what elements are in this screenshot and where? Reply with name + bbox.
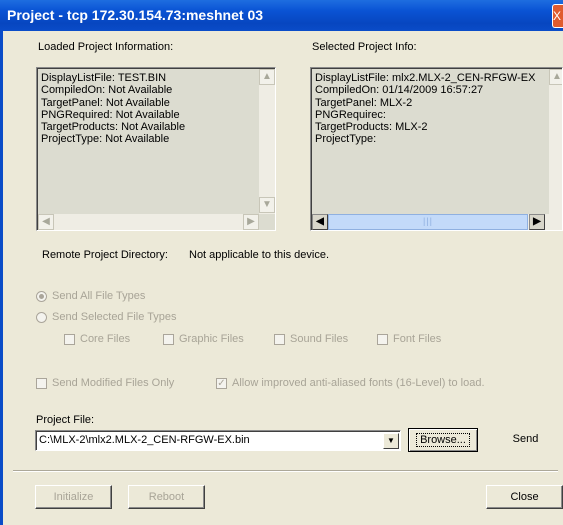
core-files-checkbox[interactable] <box>64 334 75 345</box>
loaded-info-listbox[interactable]: DisplayListFile: TEST.BIN CompiledOn: Not… <box>36 67 276 231</box>
selected-info-line: TargetPanel: MLX-2 <box>315 96 413 109</box>
send-selected-label: Send Selected File Types <box>52 311 177 323</box>
sound-files-checkbox[interactable] <box>274 334 285 345</box>
separator <box>13 470 558 472</box>
font-files-checkbox[interactable] <box>377 334 388 345</box>
core-files-label: Core Files <box>80 333 131 345</box>
hscroll-thumb[interactable]: ||| <box>328 214 528 230</box>
font-files-label: Font Files <box>393 333 442 345</box>
loaded-info-line: PNGRequired: Not Available <box>41 108 180 121</box>
send-label: Send <box>512 433 539 445</box>
window-title: Project - tcp 172.30.154.73:meshnet 03 <box>7 7 264 23</box>
selected-info-listbox[interactable]: DisplayListFile: mlx2.MLX-2_CEN-RFGW-EX C… <box>310 67 563 231</box>
anti-aliased-checkbox[interactable]: ✓ <box>216 378 227 389</box>
anti-aliased-label: Allow improved anti-aliased fonts (16-Le… <box>232 377 485 389</box>
selected-info-lines: DisplayListFile: mlx2.MLX-2_CEN-RFGW-EX C… <box>315 72 535 146</box>
loaded-vscroll[interactable]: ▲ ▼ <box>259 69 275 214</box>
reboot-label: Reboot <box>148 491 185 503</box>
up-arrow-icon[interactable]: ▲ <box>549 69 562 85</box>
loaded-info-line: TargetProducts: Not Available <box>41 121 186 134</box>
loaded-info-line: CompiledOn: Not Available <box>41 84 173 97</box>
graphic-files-checkbox[interactable] <box>163 334 174 345</box>
send-selected-radio[interactable] <box>36 312 47 323</box>
up-arrow-icon[interactable]: ▲ <box>259 69 275 85</box>
project-file-field[interactable]: C:\MLX-2\mlx2.MLX-2_CEN-RFGW-EX.bin <box>35 430 401 451</box>
window-frame <box>0 31 3 525</box>
left-arrow-icon[interactable]: ◀ <box>312 214 328 230</box>
selected-info-label: Selected Project Info: <box>312 41 417 53</box>
right-arrow-icon[interactable]: ▶ <box>243 214 259 230</box>
send-modified-label: Send Modified Files Only <box>52 377 175 389</box>
loaded-hscroll[interactable]: ◀ ▶ <box>38 214 259 230</box>
send-modified-checkbox[interactable] <box>36 378 47 389</box>
chevron-down-icon[interactable]: ▼ <box>383 433 399 449</box>
loaded-info-line: DisplayListFile: TEST.BIN <box>41 72 167 84</box>
browse-button[interactable]: Browse... <box>408 428 478 452</box>
send-all-label: Send All File Types <box>52 290 146 302</box>
title-bar: Project - tcp 172.30.154.73:meshnet 03 <box>0 0 563 31</box>
browse-label: Browse... <box>416 433 470 447</box>
graphic-files-label: Graphic Files <box>179 333 244 345</box>
close-icon: X <box>553 9 562 23</box>
close-button[interactable]: Close <box>486 485 563 509</box>
selected-info-line: CompiledOn: 01/14/2009 16:57:27 <box>315 84 484 97</box>
selected-info-line: ProjectType: <box>315 133 377 146</box>
sound-files-label: Sound Files <box>290 333 349 345</box>
remote-dir-label: Remote Project Directory: <box>42 249 168 261</box>
selected-info-line: TargetProducts: MLX-2 <box>315 121 428 134</box>
project-file-label: Project File: <box>36 414 95 426</box>
left-arrow-icon[interactable]: ◀ <box>38 214 54 230</box>
loaded-info-line: ProjectType: Not Available <box>41 133 170 146</box>
send-all-radio[interactable] <box>36 291 47 302</box>
initialize-label: Initialize <box>53 491 94 503</box>
loaded-info-label: Loaded Project Information: <box>38 41 174 53</box>
close-window-button[interactable]: X <box>552 4 563 28</box>
selected-info-line: DisplayListFile: mlx2.MLX-2_CEN-RFGW-EX <box>315 72 536 84</box>
right-arrow-icon[interactable]: ▶ <box>529 214 545 230</box>
send-button[interactable]: Send <box>488 428 563 452</box>
close-label: Close <box>510 491 539 503</box>
down-arrow-icon[interactable]: ▼ <box>259 197 275 213</box>
selected-info-line: PNGRequirec: <box>315 108 386 121</box>
remote-dir-value: Not applicable to this device. <box>189 249 330 261</box>
selected-vscroll[interactable]: ▲ <box>549 69 562 214</box>
loaded-info-line: TargetPanel: Not Available <box>41 96 170 109</box>
selected-hscroll[interactable]: ◀ ||| ▶ <box>312 214 562 230</box>
initialize-button[interactable]: Initialize <box>35 485 112 509</box>
reboot-button[interactable]: Reboot <box>128 485 205 509</box>
loaded-info-lines: DisplayListFile: TEST.BIN CompiledOn: Not… <box>41 72 185 146</box>
